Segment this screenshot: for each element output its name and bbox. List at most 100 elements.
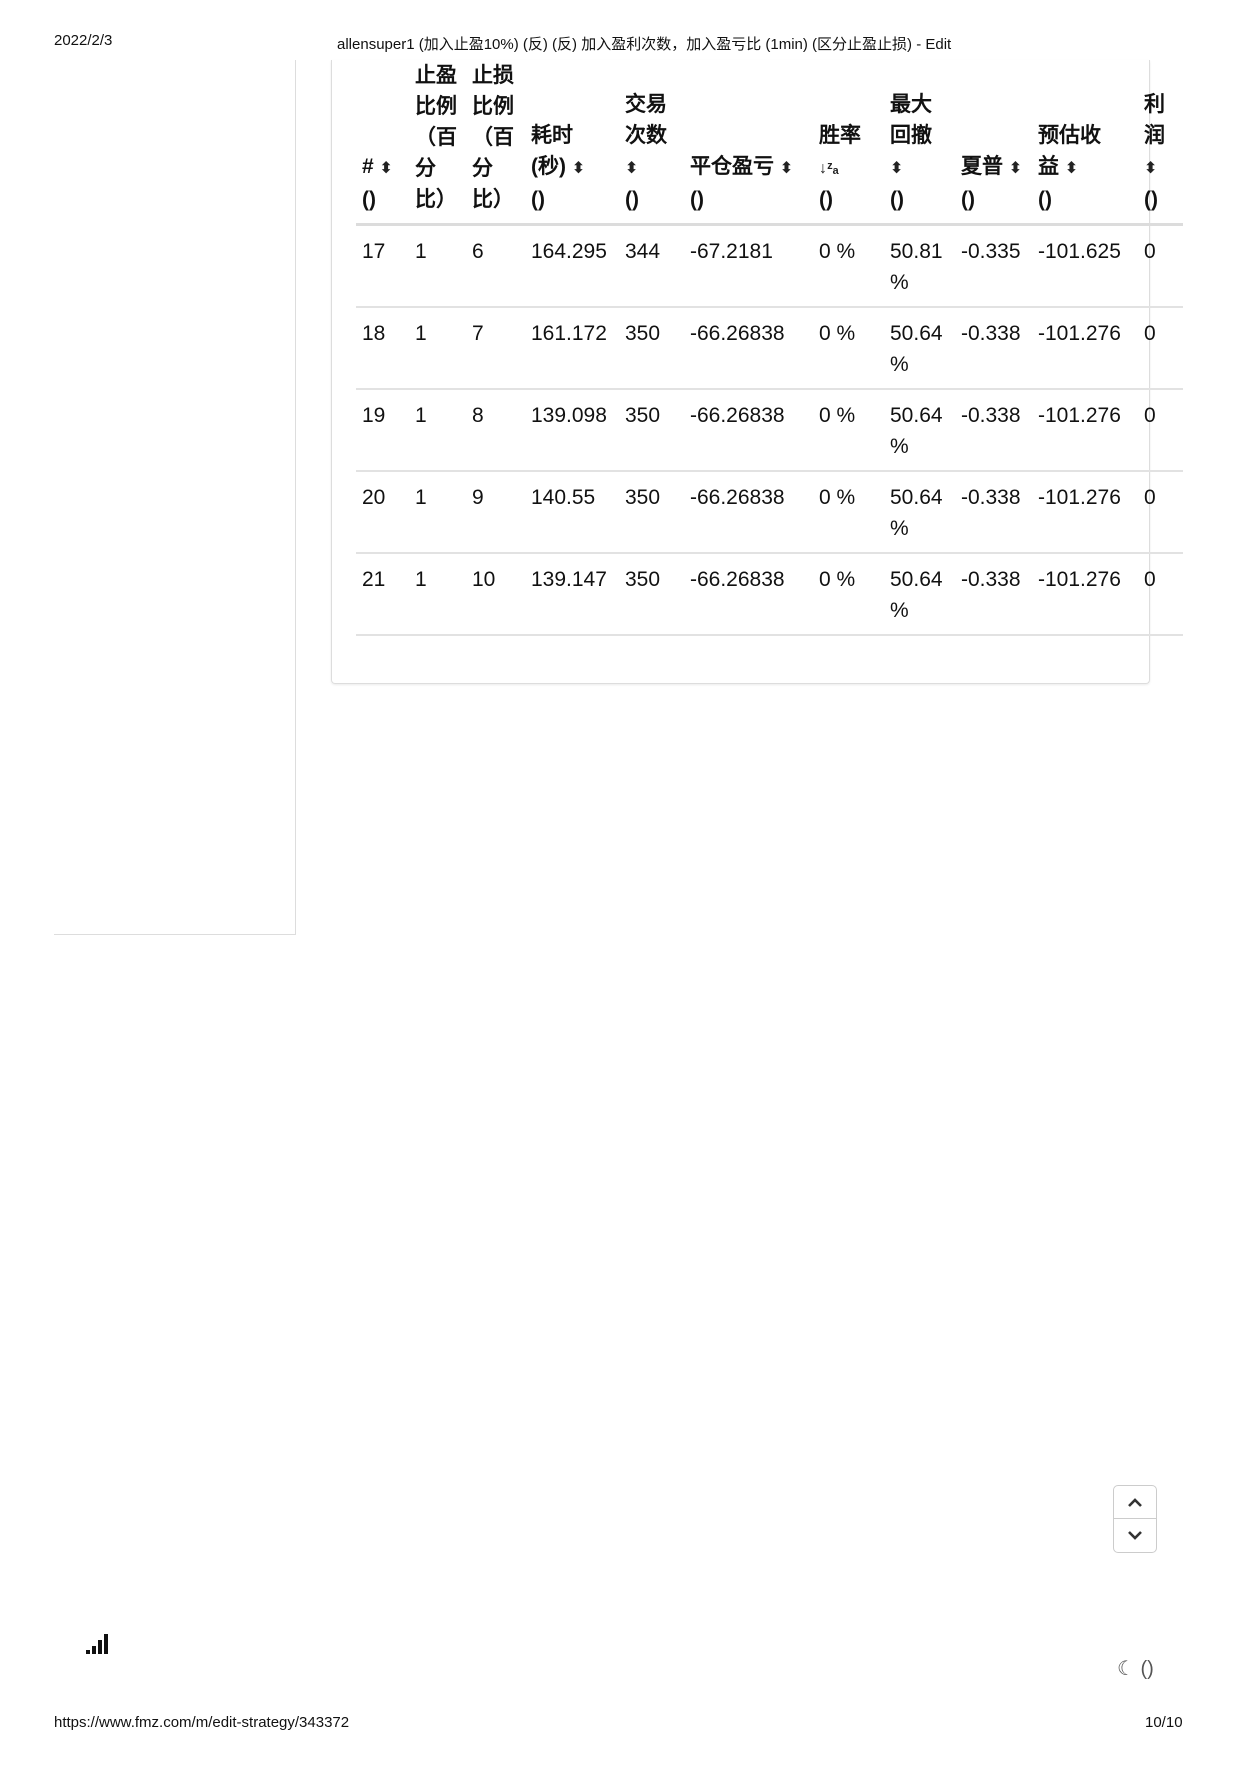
column-header-suffix: () bbox=[690, 188, 704, 211]
sort-icon[interactable]: ⬍ bbox=[780, 160, 793, 177]
table-cell: 0 % bbox=[813, 389, 884, 472]
table-cell: 139.098 bbox=[525, 389, 619, 472]
table-cell: -66.26838 bbox=[684, 471, 813, 554]
table-cell: -0.338 bbox=[955, 307, 1032, 390]
column-header-label: 比例 bbox=[415, 95, 457, 118]
column-header-label: 回撤 bbox=[890, 124, 932, 147]
table-cell: -101.625 bbox=[1032, 224, 1138, 308]
table-cell: 0 % bbox=[813, 224, 884, 308]
column-header[interactable]: 预估收益 ⬍ () bbox=[1032, 60, 1138, 226]
column-header[interactable]: # ⬍() bbox=[356, 60, 409, 226]
theme-toggle-suffix: () bbox=[1140, 1658, 1154, 1680]
sort-icon[interactable]: ⬍ bbox=[625, 160, 638, 177]
column-header[interactable]: 胜率 ↓ᶻₐ () bbox=[813, 60, 884, 226]
table-cell: -0.338 bbox=[955, 471, 1032, 554]
table-cell: 8 bbox=[466, 389, 525, 472]
results-table: # ⬍() 止盈 比例 （百分比） 止损 比例 （百分比） 耗时 (秒) ⬍() 交易 次数 ⬍()… bbox=[356, 60, 1183, 636]
column-header[interactable]: 夏普 ⬍ () bbox=[955, 60, 1032, 226]
column-header[interactable]: 止盈 比例 （百分比） bbox=[409, 60, 466, 226]
column-header-label: 平仓盈亏 bbox=[690, 155, 774, 178]
table-cell: -0.335 bbox=[955, 224, 1032, 308]
table-cell: -101.276 bbox=[1032, 307, 1138, 390]
table-cell: 344 bbox=[619, 224, 684, 308]
column-header[interactable]: 利润 ⬍ () bbox=[1138, 60, 1183, 226]
table-cell: 1 bbox=[409, 224, 466, 308]
column-header-label: 比） bbox=[472, 188, 514, 211]
sort-icon[interactable]: ⬍ bbox=[380, 160, 393, 177]
table-cell: 161.172 bbox=[525, 307, 619, 390]
table-row: 17 1 6 164.295 344 -67.2181 0 % 50.81 % -0.335 -1… bbox=[356, 224, 1183, 308]
column-header-label: # bbox=[362, 155, 374, 178]
sort-icon[interactable]: ⬍ bbox=[572, 160, 585, 177]
column-header-suffix: () bbox=[625, 188, 639, 211]
table-row: 20 1 9 140.55 350 -66.26838 0 % 50.64 % -0.338 -1… bbox=[356, 471, 1183, 554]
column-header-label: 比例 bbox=[472, 95, 514, 118]
table-cell: 50.64 % bbox=[884, 389, 955, 472]
table-row: 19 1 8 139.098 350 -66.26838 0 % 50.64 % -0.338-… bbox=[356, 389, 1183, 472]
column-header[interactable]: 耗时 (秒) ⬍ () bbox=[525, 60, 619, 226]
table-cell: 1 bbox=[409, 307, 466, 390]
column-header-label: (秒) bbox=[531, 155, 566, 178]
table-cell: -101.276 bbox=[1032, 389, 1138, 472]
column-header-suffix: () bbox=[890, 188, 904, 211]
table-row: 21 1 10 139.147 350 -66.26838 0 % 50.64 % -0.338… bbox=[356, 553, 1183, 636]
print-page-number: 10/10 bbox=[1145, 1714, 1183, 1731]
table-cell: 0 bbox=[1138, 307, 1183, 390]
column-header[interactable]: 止损 比例 （百分比） bbox=[466, 60, 525, 226]
table-cell: 0 % bbox=[813, 471, 884, 554]
column-header-suffix: () bbox=[1038, 188, 1052, 211]
column-header-label: 利 bbox=[1144, 93, 1165, 116]
table-cell: 7 bbox=[466, 307, 525, 390]
table-cell: 0 % bbox=[813, 553, 884, 636]
chevron-down-icon bbox=[1128, 1531, 1142, 1540]
table-cell: 350 bbox=[619, 471, 684, 554]
scroll-controls bbox=[1113, 1485, 1157, 1553]
table-row: 18 1 7 161.172 350 -66.26838 0 % 50.64 % -0.338-… bbox=[356, 307, 1183, 390]
table-cell: 350 bbox=[619, 389, 684, 472]
scroll-up-button[interactable] bbox=[1114, 1486, 1156, 1518]
table-cell: -66.26838 bbox=[684, 553, 813, 636]
column-header[interactable]: 最大回撤 ⬍ () bbox=[884, 60, 955, 226]
sort-icon[interactable]: ↓ᶻₐ bbox=[819, 160, 839, 177]
column-header-label: 预估收 bbox=[1038, 124, 1101, 147]
table-cell: 6 bbox=[466, 224, 525, 308]
table-cell: -66.26838 bbox=[684, 389, 813, 472]
column-header[interactable]: 平仓盈亏 ⬍ () bbox=[684, 60, 813, 226]
column-header-label: 次数 bbox=[625, 124, 667, 147]
table-header-row: # ⬍() 止盈 比例 （百分比） 止损 比例 （百分比） 耗时 (秒) ⬍() 交易 次数 ⬍()… bbox=[356, 60, 1183, 226]
column-header-suffix: () bbox=[1144, 188, 1158, 211]
signal-bars-icon bbox=[86, 1634, 108, 1654]
column-header-label: 止损 bbox=[472, 64, 514, 87]
scroll-down-button[interactable] bbox=[1114, 1518, 1156, 1551]
column-header-label: 益 bbox=[1038, 155, 1059, 178]
print-page-title: allensuper1 (加入止盈10%) (反) (反) 加入盈利次数，加入盈… bbox=[337, 36, 952, 53]
print-date: 2022/2/3 bbox=[54, 32, 113, 49]
table-cell: 18 bbox=[356, 307, 409, 390]
table-cell: 50.81 % bbox=[884, 224, 955, 308]
table-cell: 0 bbox=[1138, 553, 1183, 636]
column-header-label: （百 bbox=[415, 126, 457, 149]
column-header-suffix: () bbox=[531, 188, 545, 211]
table-cell: 17 bbox=[356, 224, 409, 308]
table-cell: 10 bbox=[466, 553, 525, 636]
column-header-suffix: () bbox=[819, 188, 833, 211]
table-cell: 0 % bbox=[813, 307, 884, 390]
column-header-label: 夏普 bbox=[961, 155, 1003, 178]
sort-icon[interactable]: ⬍ bbox=[1009, 160, 1022, 177]
table-cell: -101.276 bbox=[1032, 553, 1138, 636]
table-cell: 0 bbox=[1138, 224, 1183, 308]
column-header[interactable]: 交易 次数 ⬍ () bbox=[619, 60, 684, 226]
column-header-suffix: () bbox=[362, 188, 376, 211]
table-cell: -101.276 bbox=[1032, 471, 1138, 554]
chevron-up-icon bbox=[1128, 1498, 1142, 1507]
table-cell: -66.26838 bbox=[684, 307, 813, 390]
moon-icon: ☾ bbox=[1117, 1658, 1135, 1680]
column-header-label: 最大 bbox=[890, 93, 932, 116]
table-cell: 1 bbox=[409, 553, 466, 636]
sort-icon[interactable]: ⬍ bbox=[1065, 160, 1078, 177]
table-cell: 139.147 bbox=[525, 553, 619, 636]
sort-icon[interactable]: ⬍ bbox=[890, 160, 903, 177]
table-cell: 20 bbox=[356, 471, 409, 554]
sort-icon[interactable]: ⬍ bbox=[1144, 160, 1157, 177]
theme-toggle[interactable]: ☾ () bbox=[1117, 1656, 1154, 1681]
